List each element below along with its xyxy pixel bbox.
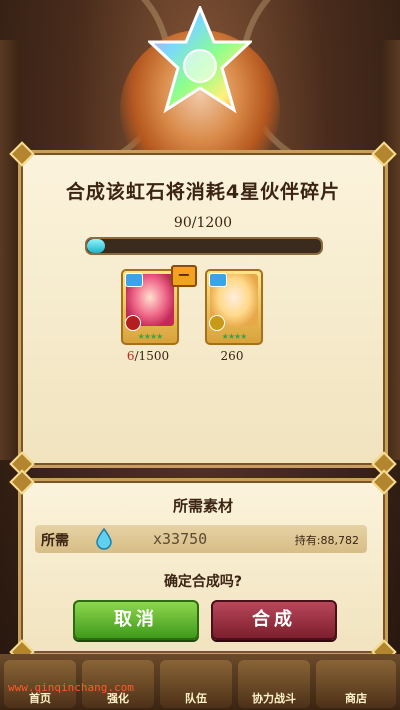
card-1-count: 6/1500: [126, 349, 170, 363]
companion-card-2[interactable]: ★★★★: [205, 269, 263, 345]
materials-panel: 所需素材 所需 x33750 持有:88,782 确定合成吗? 取消 合成: [9, 469, 397, 665]
dialog-title: 合成该虹石将消耗4星伙伴碎片: [65, 181, 341, 203]
star-rating: ★★★★: [137, 332, 164, 341]
rainbow-stone-icon: [146, 4, 254, 130]
synthesize-button[interactable]: 合成: [211, 600, 337, 640]
required-value: x33750: [153, 530, 208, 548]
earth-element-icon: [209, 315, 225, 331]
synthesis-dialog: 合成该虹石将消耗4星伙伴碎片 90/1200 ★★★★ − ★★★★ 6/150…: [9, 141, 397, 477]
confirm-question: 确定合成吗?: [163, 574, 243, 590]
progress-fill: [87, 239, 105, 253]
owned-amount: 持有:88,782: [294, 534, 359, 547]
watermark-text: www.qinqinchang.com: [8, 681, 134, 694]
cancel-button[interactable]: 取消: [73, 600, 199, 640]
nav-shop[interactable]: 商店: [316, 660, 396, 708]
minus-button[interactable]: −: [171, 265, 197, 287]
fire-element-icon: [125, 315, 141, 331]
nav-coop-battle[interactable]: 协力战斗: [238, 660, 310, 708]
companion-badge-icon: [209, 273, 227, 287]
star-rating: ★★★★: [221, 332, 248, 341]
water-drop-icon: [96, 528, 112, 550]
card-2-count: 260: [220, 349, 244, 363]
required-label: 所需: [41, 533, 69, 549]
required-material-row: 所需 x33750 持有:88,782: [35, 525, 367, 553]
companion-badge-icon: [125, 273, 143, 287]
fragment-progress-bar: [85, 237, 323, 255]
progress-text: 90/1200: [173, 215, 233, 231]
nav-team[interactable]: 队伍: [160, 660, 232, 708]
materials-title: 所需素材: [172, 497, 233, 515]
